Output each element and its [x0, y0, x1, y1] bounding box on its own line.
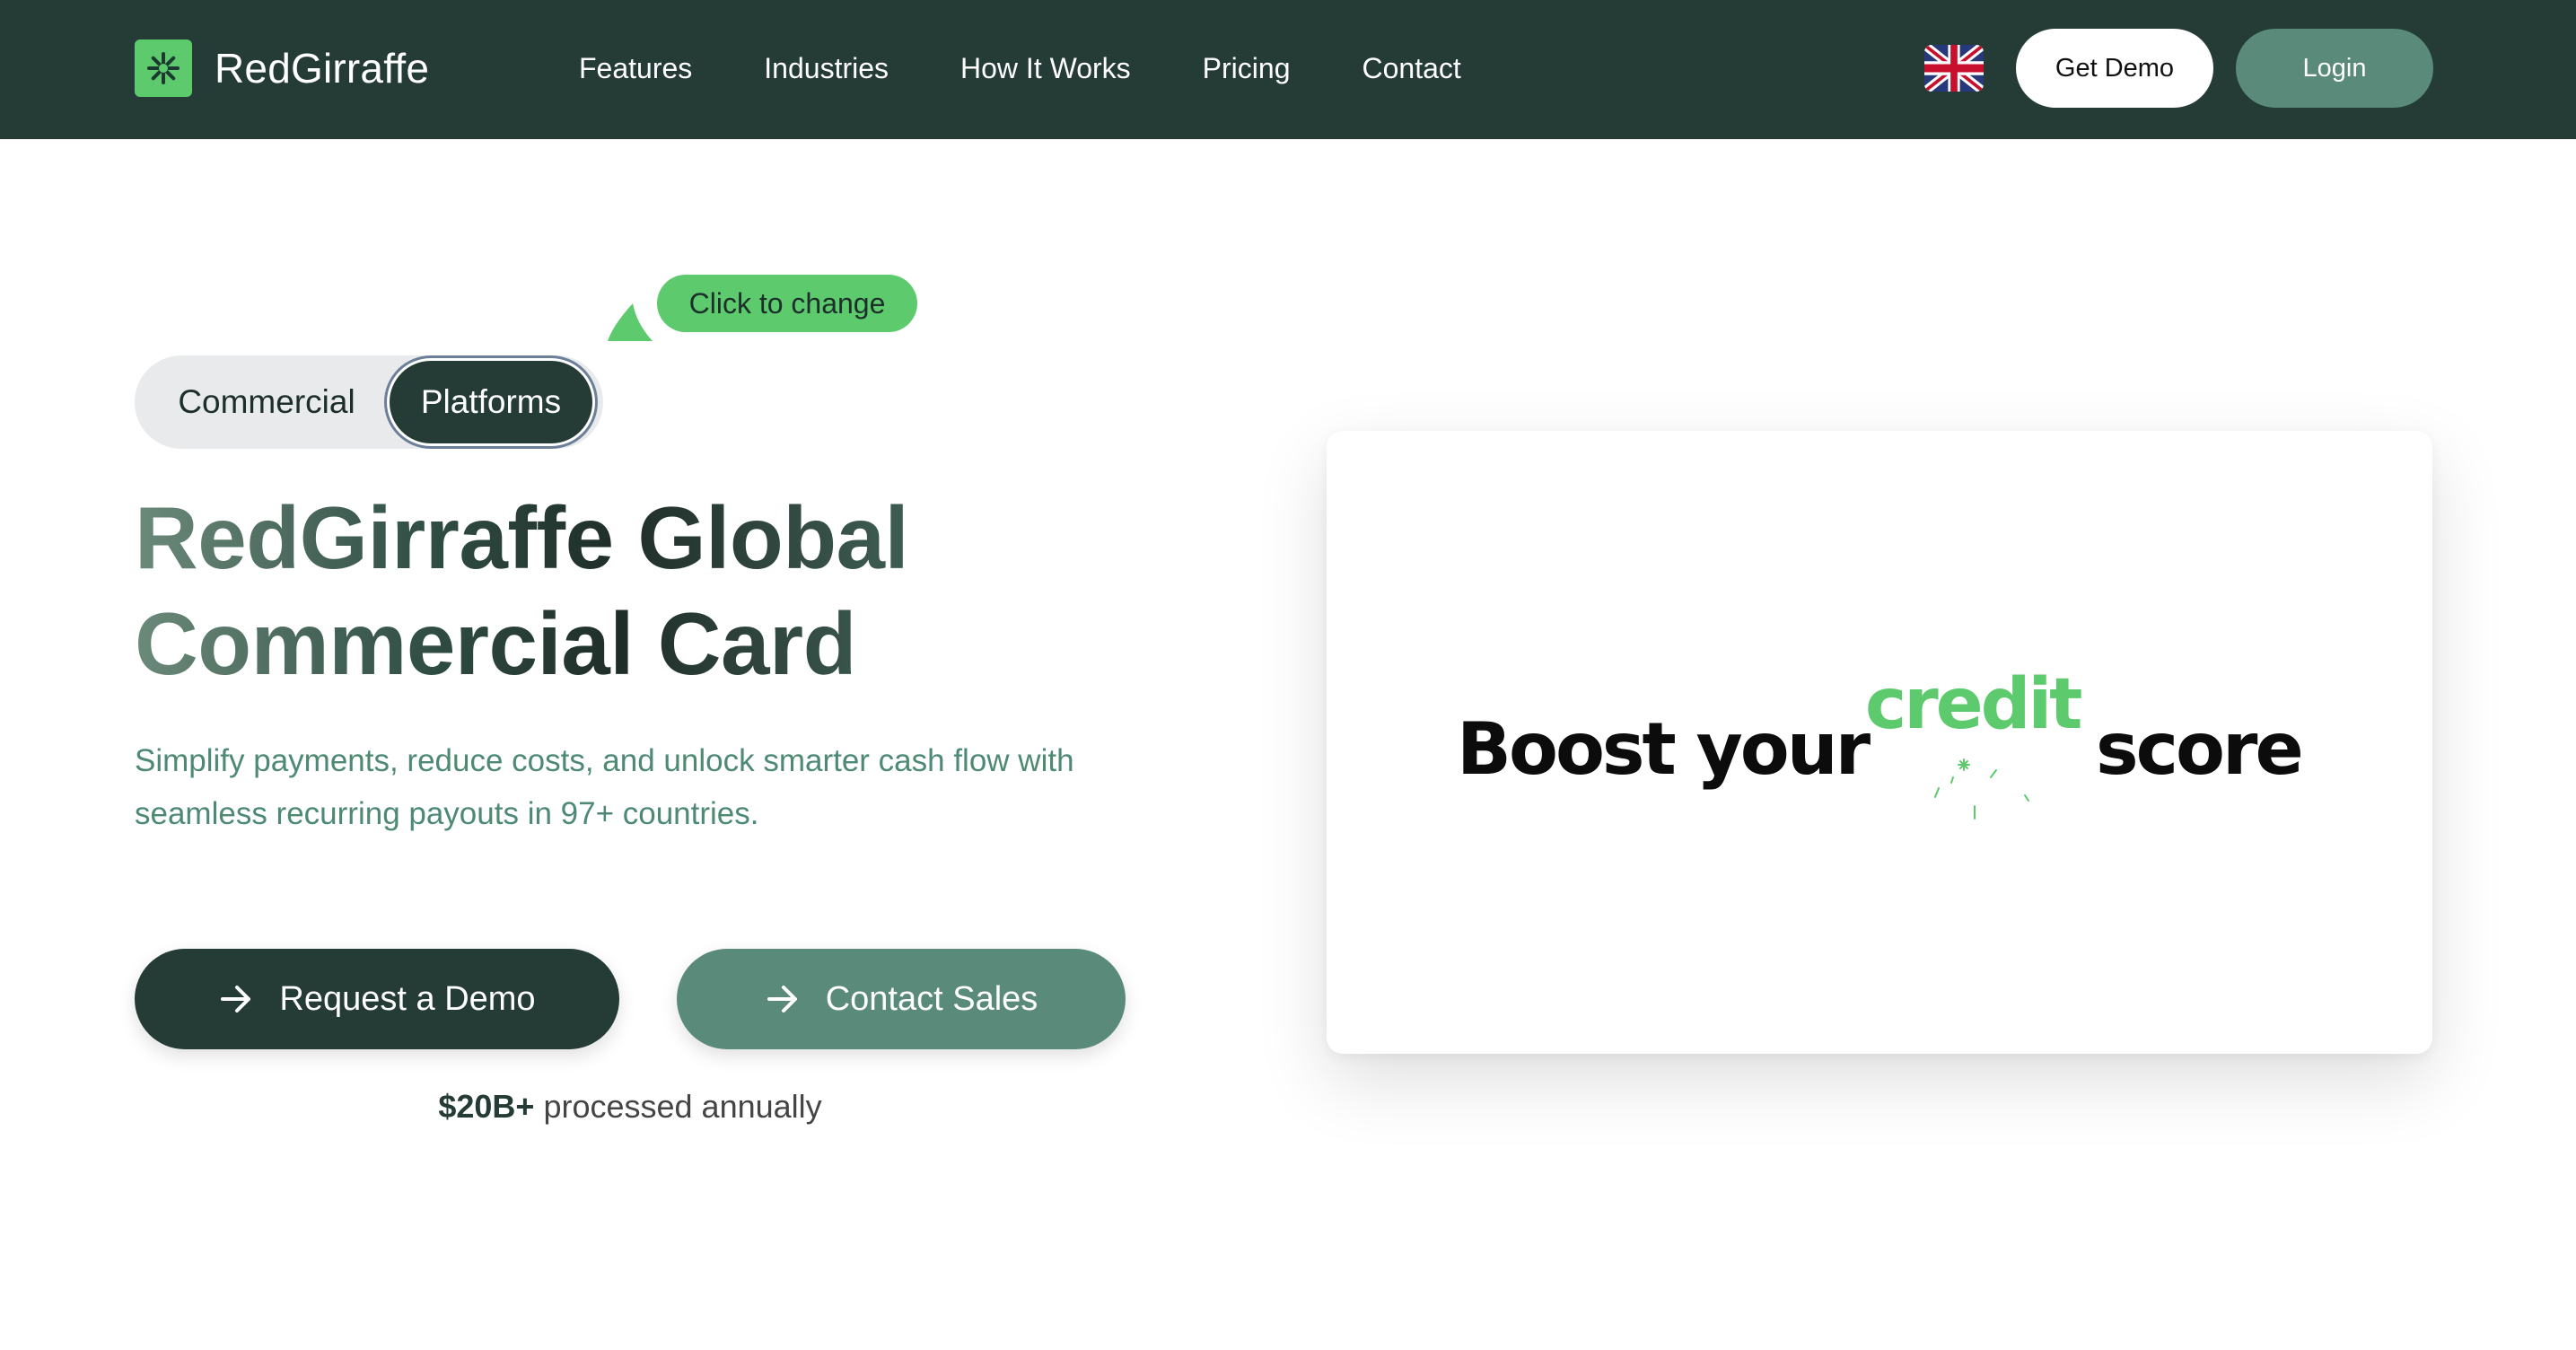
boost-text-before: Boost your	[1457, 707, 1871, 791]
stat-value: $20B+	[438, 1088, 535, 1125]
sparkle-animation-icon	[1934, 758, 2029, 820]
nav-link-industries[interactable]: Industries	[764, 45, 889, 92]
arrow-right-icon	[767, 986, 797, 1012]
headline-line-1: RedGirraffe Global	[135, 488, 909, 587]
contact-sales-label: Contact Sales	[825, 979, 1038, 1018]
boost-text-after: score	[2096, 707, 2304, 791]
product-toggle: Commercial Platforms	[135, 355, 603, 449]
brand-name[interactable]: RedGirraffe	[215, 41, 429, 95]
hero-card: Boost your credit score	[1327, 431, 2432, 1054]
tooltip-pointer-icon	[608, 303, 653, 341]
get-demo-button[interactable]: Get Demo	[2016, 29, 2213, 108]
hero-subtitle: Simplify payments, reduce costs, and unl…	[135, 743, 1074, 831]
boost-highlight-word: credit	[1865, 664, 2082, 745]
stat-text: processed annually	[543, 1088, 822, 1125]
top-navbar: RedGirraffe Features Industries How It W…	[0, 0, 2576, 139]
arrow-right-icon	[221, 986, 251, 1012]
nav-link-contact[interactable]: Contact	[1362, 45, 1460, 92]
logo-icon[interactable]	[135, 39, 192, 97]
nav-link-features[interactable]: Features	[579, 45, 692, 92]
request-demo-label: Request a Demo	[279, 979, 536, 1018]
boost-credit-score-banner: Boost your credit score	[1327, 664, 2432, 820]
click-to-change-tooltip: Click to change	[657, 275, 917, 332]
uk-flag-icon[interactable]	[1924, 45, 1984, 92]
request-demo-button[interactable]: Request a Demo	[135, 949, 619, 1049]
toggle-platforms[interactable]: Platforms	[390, 361, 592, 443]
hero-headline: RedGirraffe Global Commercial Card	[135, 485, 1212, 697]
processed-stat: $20B+ processed annually	[135, 1082, 1126, 1132]
nav-link-pricing[interactable]: Pricing	[1203, 45, 1291, 92]
contact-sales-button[interactable]: Contact Sales	[677, 949, 1126, 1049]
toggle-commercial[interactable]: Commercial	[142, 363, 391, 442]
login-button[interactable]: Login	[2236, 29, 2433, 108]
headline-line-2: Commercial Card	[135, 594, 857, 693]
nav-link-how-it-works[interactable]: How It Works	[960, 45, 1131, 92]
nav-links: Features Industries How It Works Pricing…	[579, 45, 1533, 92]
